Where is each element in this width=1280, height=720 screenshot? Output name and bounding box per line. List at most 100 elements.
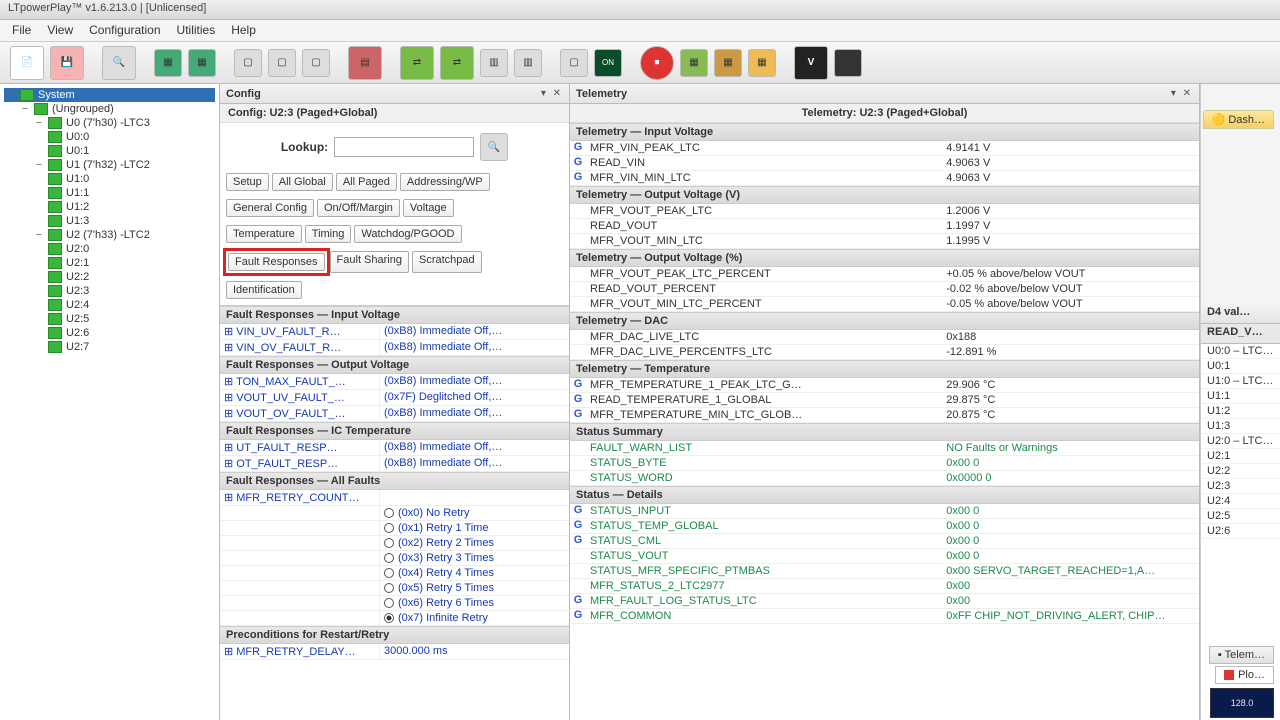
tree-group[interactable]: (Ungrouped) xyxy=(52,103,114,115)
tab-general-config[interactable]: General Config xyxy=(226,199,314,217)
config-row[interactable]: ⊞ OT_FAULT_RESP…(0xB8) Immediate Off,… xyxy=(220,456,569,472)
telemetry-side-tab[interactable]: ▪ Telem… xyxy=(1209,646,1274,664)
telemetry-row[interactable]: MFR_VOUT_PEAK_LTC1.2006 V xyxy=(570,204,1199,219)
stop-icon[interactable]: ⏹ xyxy=(640,46,674,80)
right-list-item[interactable]: U2:5 xyxy=(1201,509,1280,524)
tree-ch[interactable]: U2:3 xyxy=(66,285,89,297)
bottom-widget[interactable]: 128.0 xyxy=(1210,688,1274,718)
telemetry-row[interactable]: GMFR_COMMON0xFF CHIP_NOT_DRIVING_ALERT, … xyxy=(570,609,1199,624)
telemetry-row[interactable]: GMFR_FAULT_LOG_STATUS_LTC0x00 xyxy=(570,594,1199,609)
tree-ch[interactable]: U2:4 xyxy=(66,299,89,311)
telemetry-row[interactable]: MFR_DAC_LIVE_PERCENTFS_LTC-12.891 % xyxy=(570,345,1199,360)
telemetry-row[interactable]: GMFR_TEMPERATURE_1_PEAK_LTC_G…29.906 °C xyxy=(570,378,1199,393)
retry-option[interactable]: (0x3) Retry 3 Times xyxy=(220,551,569,566)
tb-btn-7[interactable]: ▥ xyxy=(480,49,508,77)
tab-voltage[interactable]: Voltage xyxy=(403,199,454,217)
right-list-item[interactable]: U1:3 xyxy=(1201,419,1280,434)
telemetry-row[interactable]: GMFR_VIN_MIN_LTC4.9063 V xyxy=(570,171,1199,186)
tb-btn-1[interactable]: ▦ xyxy=(154,49,182,77)
config-row[interactable]: ⊞ VOUT_UV_FAULT_…(0x7F) Deglitched Off,… xyxy=(220,390,569,406)
tb-btn-11[interactable]: ▦ xyxy=(714,49,742,77)
telemetry-row[interactable]: STATUS_BYTE0x00 0 xyxy=(570,456,1199,471)
menu-help[interactable]: Help xyxy=(231,23,256,38)
tb-btn-10[interactable]: ▦ xyxy=(680,49,708,77)
right-list-item[interactable]: U1:0 – LTC… xyxy=(1201,374,1280,389)
tree-ch[interactable]: U2:7 xyxy=(66,341,89,353)
config-row[interactable]: ⊞ MFR_RETRY_DELAY…3000.000 ms xyxy=(220,644,569,660)
tree-ch[interactable]: U0:1 xyxy=(66,145,89,157)
tab-addressing[interactable]: Addressing/WP xyxy=(400,173,490,191)
right-list-item[interactable]: U2:1 xyxy=(1201,449,1280,464)
right-list-item[interactable]: U0:0 – LTC… xyxy=(1201,344,1280,359)
right-list-item[interactable]: U1:2 xyxy=(1201,404,1280,419)
tab-all-global[interactable]: All Global xyxy=(272,173,333,191)
telemetry-row[interactable]: MFR_VOUT_MIN_LTC_PERCENT-0.05 % above/be… xyxy=(570,297,1199,312)
telemetry-row[interactable]: GREAD_TEMPERATURE_1_GLOBAL29.875 °C xyxy=(570,393,1199,408)
tree-ch[interactable]: U1:2 xyxy=(66,201,89,213)
pane-controls[interactable]: ▾ ✕ xyxy=(541,88,563,99)
retry-option[interactable]: (0x5) Retry 5 Times xyxy=(220,581,569,596)
telemetry-row[interactable]: MFR_VOUT_MIN_LTC1.1995 V xyxy=(570,234,1199,249)
right-list-item[interactable]: U2:6 xyxy=(1201,524,1280,539)
dashboard-tab[interactable]: 🟡 Dash… xyxy=(1203,110,1274,129)
tb-btn-8[interactable]: ▥ xyxy=(514,49,542,77)
tab-identification[interactable]: Identification xyxy=(226,281,302,299)
menu-utilities[interactable]: Utilities xyxy=(177,23,216,38)
d4-label[interactable]: D4 val… xyxy=(1201,304,1280,324)
tab-setup[interactable]: Setup xyxy=(226,173,269,191)
right-list-item[interactable]: U2:4 xyxy=(1201,494,1280,509)
telemetry-row[interactable]: READ_VOUT1.1997 V xyxy=(570,219,1199,234)
pc-to-ram-icon[interactable]: ⇄ xyxy=(400,46,434,80)
lookup-go-icon[interactable]: 🔍 xyxy=(480,133,508,161)
save-icon[interactable]: 💾 xyxy=(50,46,84,80)
tree-root[interactable]: System xyxy=(38,89,75,101)
config-row[interactable]: ⊞ UT_FAULT_RESP…(0xB8) Immediate Off,… xyxy=(220,440,569,456)
right-list-item[interactable]: U1:1 xyxy=(1201,389,1280,404)
telemetry-row[interactable]: STATUS_VOUT0x00 0 xyxy=(570,549,1199,564)
right-list-item[interactable]: U2:3 xyxy=(1201,479,1280,494)
tree-ch[interactable]: U1:0 xyxy=(66,173,89,185)
telemetry-row[interactable]: STATUS_MFR_SPECIFIC_PTMBAS0x00 SERVO_TAR… xyxy=(570,564,1199,579)
config-row[interactable]: ⊞ VIN_OV_FAULT_R…(0xB8) Immediate Off,… xyxy=(220,340,569,356)
config-row[interactable]: ⊞ VOUT_OV_FAULT_…(0xB8) Immediate Off,… xyxy=(220,406,569,422)
tree-dev-u1[interactable]: U1 (7'h32) -LTC2 xyxy=(66,159,150,171)
telemetry-row[interactable]: GMFR_VIN_PEAK_LTC4.9141 V xyxy=(570,141,1199,156)
menu-view[interactable]: View xyxy=(47,23,73,38)
telemetry-row[interactable]: MFR_STATUS_2_LTC29770x00 xyxy=(570,579,1199,594)
tb-btn-5[interactable]: ▢ xyxy=(302,49,330,77)
tree-dev-u2[interactable]: U2 (7'h33) -LTC2 xyxy=(66,229,150,241)
new-icon[interactable]: 📄 xyxy=(10,46,44,80)
retry-option[interactable]: (0x0) No Retry xyxy=(220,506,569,521)
on-icon[interactable]: ON xyxy=(594,49,622,77)
tb-btn-4[interactable]: ▢ xyxy=(268,49,296,77)
config-grid[interactable]: Fault Responses — Input Voltage⊞ VIN_UV_… xyxy=(220,305,569,720)
config-row[interactable]: ⊞ TON_MAX_FAULT_…(0xB8) Immediate Off,… xyxy=(220,374,569,390)
tab-scratchpad[interactable]: Scratchpad xyxy=(412,251,482,273)
telemetry-tab[interactable]: Telemetry xyxy=(576,88,627,100)
telemetry-row[interactable]: MFR_VOUT_PEAK_LTC_PERCENT+0.05 % above/b… xyxy=(570,267,1199,282)
tree-ch[interactable]: U2:0 xyxy=(66,243,89,255)
group-icon[interactable]: ▦ xyxy=(834,49,862,77)
system-tree[interactable]: −System −(Ungrouped) −U0 (7'h30) -LTC3 U… xyxy=(0,84,220,720)
pane-controls[interactable]: ▾ ✕ xyxy=(1171,88,1193,99)
retry-option[interactable]: (0x1) Retry 1 Time xyxy=(220,521,569,536)
telemetry-row[interactable]: GREAD_VIN4.9063 V xyxy=(570,156,1199,171)
retry-option[interactable]: (0x2) Retry 2 Times xyxy=(220,536,569,551)
telemetry-row[interactable]: FAULT_WARN_LISTNO Faults or Warnings xyxy=(570,441,1199,456)
menu-configuration[interactable]: Configuration xyxy=(89,23,160,38)
config-tab[interactable]: Config xyxy=(226,88,261,100)
tb-btn-12[interactable]: ▦ xyxy=(748,49,776,77)
tb-btn-2[interactable]: ▦ xyxy=(188,49,216,77)
tab-timing[interactable]: Timing xyxy=(305,225,352,243)
tab-watchdog[interactable]: Watchdog/PGOOD xyxy=(354,225,461,243)
tab-fault-sharing[interactable]: Fault Sharing xyxy=(330,251,409,273)
telemetry-row[interactable]: GSTATUS_CML0x00 0 xyxy=(570,534,1199,549)
tab-all-paged[interactable]: All Paged xyxy=(336,173,397,191)
telemetry-row[interactable]: READ_VOUT_PERCENT-0.02 % above/below VOU… xyxy=(570,282,1199,297)
tb-btn-6[interactable]: ▤ xyxy=(348,46,382,80)
tb-btn-9[interactable]: ▢ xyxy=(560,49,588,77)
right-list-item[interactable]: U2:2 xyxy=(1201,464,1280,479)
tb-btn-3[interactable]: ▢ xyxy=(234,49,262,77)
tree-ch[interactable]: U2:1 xyxy=(66,257,89,269)
right-list-item[interactable]: U0:1 xyxy=(1201,359,1280,374)
